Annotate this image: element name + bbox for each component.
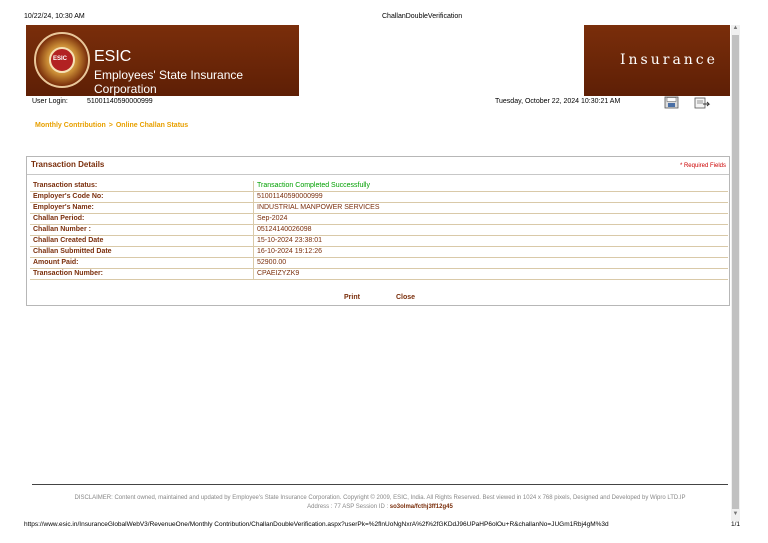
panel-header: Transaction Details * Required Fields	[27, 157, 729, 175]
row-challan-created-date: Challan Created Date 15-10-2024 23:38:01	[30, 236, 728, 247]
required-fields-note: * Required Fields	[679, 163, 726, 169]
export-icon[interactable]	[694, 96, 711, 109]
brand-subtitle: Employees' State Insurance Corporation	[94, 68, 244, 96]
challan-created-date-value: 15-10-2024 23:38:01	[257, 237, 322, 244]
row-label: Challan Period:	[33, 215, 85, 222]
row-label: Amount Paid:	[33, 259, 79, 266]
current-datetime: Tuesday, October 22, 2024 10:30:21 AM	[495, 98, 621, 105]
transaction-rows: Transaction status: Transaction Completed…	[30, 181, 728, 280]
page-url: https://www.esic.in/InsuranceGlobalWebV3…	[24, 521, 609, 528]
row-transaction-status: Transaction status: Transaction Completed…	[30, 181, 728, 192]
row-transaction-number: Transaction Number: CPAEIZYZK9	[30, 269, 728, 280]
user-login-label: User Login:	[32, 98, 68, 105]
amount-paid-value: 52900.00	[257, 259, 287, 266]
scrollbar-thumb[interactable]	[732, 35, 739, 509]
challan-submitted-date-value: 16-10-2024 19:12:26	[257, 248, 322, 255]
save-icon[interactable]	[664, 96, 679, 109]
vertical-scrollbar[interactable]: ▲ ▼	[731, 25, 740, 521]
breadcrumb-monthly-contribution[interactable]: Monthly Contribution	[35, 122, 106, 129]
challan-period-value: Sep-2024	[257, 215, 288, 222]
row-label: Challan Created Date	[33, 237, 104, 244]
insurance-banner-text: Insurance	[620, 52, 718, 68]
brand-title: ESIC	[94, 48, 132, 65]
row-label: Challan Submitted Date	[33, 248, 112, 255]
disclaimer: DISCLAIMER: Content owned, maintained an…	[32, 494, 728, 512]
transaction-status-value: Transaction Completed Successfully	[257, 182, 370, 189]
row-employer-code: Employer's Code No: 51001140590000999	[30, 192, 728, 203]
panel-title: Transaction Details	[31, 160, 105, 169]
esic-logo: ESIC	[34, 32, 90, 88]
footer-divider	[32, 484, 728, 485]
transaction-details-panel: Transaction Details * Required Fields Tr…	[26, 156, 730, 306]
scroll-up-icon[interactable]: ▲	[731, 25, 740, 35]
address-session-label: Address : 77 ASP Session ID :	[307, 504, 389, 510]
print-timestamp: 10/22/24, 10:30 AM	[24, 13, 85, 20]
scroll-down-icon[interactable]: ▼	[731, 511, 740, 521]
employer-code-value: 51001140590000999	[257, 193, 323, 200]
row-label: Employer's Code No:	[33, 193, 104, 200]
challan-number-value: 05124140026098	[257, 226, 312, 233]
breadcrumb-separator: >	[108, 122, 113, 129]
row-label: Transaction status:	[33, 182, 98, 189]
breadcrumb: Monthly Contribution > Online Challan Stat…	[35, 122, 188, 129]
close-button[interactable]: Close	[396, 294, 415, 301]
row-challan-period: Challan Period: Sep-2024	[30, 214, 728, 225]
print-page-title: ChallanDoubleVerification	[382, 13, 463, 20]
logo-text: ESIC	[53, 56, 68, 62]
user-login-id: 51001140590000999	[87, 98, 153, 105]
disclaimer-text: DISCLAIMER: Content owned, maintained an…	[74, 495, 686, 501]
esic-banner: ESIC ESIC Employees' State Insurance Cor…	[26, 25, 299, 96]
page-number: 1/1	[730, 521, 740, 528]
employer-name-value: INDUSTRIAL MANPOWER SERVICES	[257, 204, 380, 211]
row-label: Employer's Name:	[33, 204, 94, 211]
row-employer-name: Employer's Name: INDUSTRIAL MANPOWER SERV…	[30, 203, 728, 214]
insurance-banner: Insurance	[584, 25, 730, 96]
breadcrumb-online-challan-status: Online Challan Status	[115, 122, 189, 129]
session-id: so3olma/fcthj3ff12g45	[389, 504, 453, 510]
row-challan-submitted-date: Challan Submitted Date 16-10-2024 19:12:2…	[30, 247, 728, 258]
print-button[interactable]: Print	[344, 294, 360, 301]
row-challan-number: Challan Number : 05124140026098	[30, 225, 728, 236]
row-amount-paid: Amount Paid: 52900.00	[30, 258, 728, 269]
row-label: Transaction Number:	[33, 270, 104, 277]
row-label: Challan Number :	[33, 226, 91, 233]
transaction-number-value: CPAEIZYZK9	[257, 270, 300, 277]
